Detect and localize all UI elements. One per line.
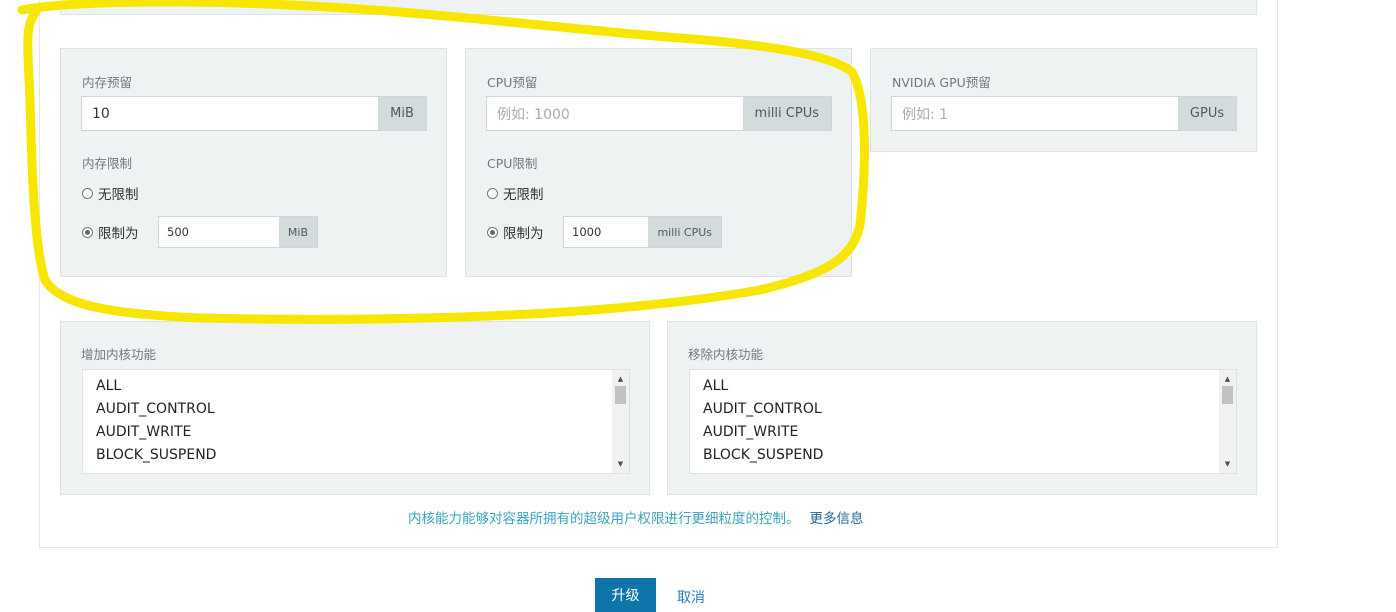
scroll-thumb[interactable] <box>1222 386 1233 404</box>
scrollbar[interactable]: ▲ ▼ <box>1219 370 1236 473</box>
previous-panel-edge <box>60 0 1257 15</box>
scroll-up-icon[interactable]: ▲ <box>612 372 629 386</box>
radio-checked-icon <box>487 226 498 238</box>
memory-limit-to-label: 限制为 <box>98 226 139 242</box>
cpu-limit-to-radio[interactable]: 限制为 <box>487 222 544 242</box>
memory-limit-input[interactable]: 500 <box>159 217 279 247</box>
memory-reservation-group: 10 MiB <box>81 96 427 131</box>
memory-panel: 内存预留 10 MiB 内存限制 无限制 限制为 500 MiB <box>60 48 447 277</box>
memory-reservation-label: 内存预留 <box>82 75 133 90</box>
gpu-reservation-unit: GPUs <box>1178 97 1236 130</box>
more-info-link[interactable]: 更多信息 <box>810 511 864 527</box>
cpu-panel: CPU预留 例如: 1000 milli CPUs CPU限制 无限制 限制为 … <box>465 48 852 277</box>
cap-drop-label: 移除内核功能 <box>688 347 764 362</box>
list-item[interactable]: ALL <box>690 375 1236 398</box>
cpu-limit-to-label: 限制为 <box>503 226 544 242</box>
cpu-limit-input[interactable]: 1000 <box>564 217 649 247</box>
cpu-limit-group: 1000 milli CPUs <box>563 216 722 248</box>
list-item[interactable]: AUDIT_CONTROL <box>690 398 1236 421</box>
help-text: 内核能力能够对容器所拥有的超级用户权限进行更细粒度的控制。 <box>408 511 800 527</box>
memory-limit-unit: MiB <box>278 217 317 247</box>
memory-limit-group: 500 MiB <box>158 216 318 248</box>
cpu-reservation-unit: milli CPUs <box>742 97 831 130</box>
radio-unchecked-icon <box>82 187 93 199</box>
cpu-reservation-input[interactable]: 例如: 1000 <box>487 97 743 130</box>
gpu-panel: NVIDIA GPU预留 例如: 1 GPUs <box>870 48 1257 152</box>
radio-checked-icon <box>82 226 93 238</box>
list-item[interactable]: AUDIT_CONTROL <box>83 398 629 421</box>
memory-limit-to-radio[interactable]: 限制为 <box>82 222 139 242</box>
list-item[interactable]: BLOCK_SUSPEND <box>690 444 1236 467</box>
capabilities-help: 内核能力能够对容器所拥有的超级用户权限进行更细粒度的控制。 更多信息 <box>408 507 864 527</box>
scroll-down-icon[interactable]: ▼ <box>612 457 629 471</box>
memory-limit-label: 内存限制 <box>82 156 133 171</box>
gpu-reservation-label: NVIDIA GPU预留 <box>892 75 991 90</box>
cap-add-listbox[interactable]: ALL AUDIT_CONTROL AUDIT_WRITE BLOCK_SUSP… <box>82 369 630 474</box>
cpu-unlimited-label: 无限制 <box>503 187 544 203</box>
scroll-down-icon[interactable]: ▼ <box>1219 457 1236 471</box>
cap-drop-listbox[interactable]: ALL AUDIT_CONTROL AUDIT_WRITE BLOCK_SUSP… <box>689 369 1237 474</box>
memory-reservation-input[interactable]: 10 <box>82 97 378 130</box>
list-item[interactable]: AUDIT_WRITE <box>83 421 629 444</box>
cpu-reservation-label: CPU预留 <box>487 75 538 90</box>
cpu-reservation-group: 例如: 1000 milli CPUs <box>486 96 832 131</box>
cap-add-label: 增加内核功能 <box>81 347 157 362</box>
scroll-thumb[interactable] <box>615 386 626 404</box>
memory-unlimited-radio[interactable]: 无限制 <box>82 183 139 203</box>
memory-unlimited-label: 无限制 <box>98 187 139 203</box>
list-item[interactable]: AUDIT_WRITE <box>690 421 1236 444</box>
scroll-up-icon[interactable]: ▲ <box>1219 372 1236 386</box>
list-item[interactable]: ALL <box>83 375 629 398</box>
cap-drop-panel: 移除内核功能 ALL AUDIT_CONTROL AUDIT_WRITE BLO… <box>667 321 1257 495</box>
list-item[interactable]: BLOCK_SUSPEND <box>83 444 629 467</box>
gpu-reservation-input[interactable]: 例如: 1 <box>892 97 1178 130</box>
cancel-link[interactable]: 取消 <box>677 587 705 607</box>
memory-reservation-unit: MiB <box>378 97 426 130</box>
cpu-limit-unit: milli CPUs <box>648 217 721 247</box>
gpu-reservation-group: 例如: 1 GPUs <box>891 96 1237 131</box>
radio-unchecked-icon <box>487 187 498 199</box>
scrollbar[interactable]: ▲ ▼ <box>612 370 629 473</box>
cpu-limit-label: CPU限制 <box>487 156 538 171</box>
cpu-unlimited-radio[interactable]: 无限制 <box>487 183 544 203</box>
cap-add-panel: 增加内核功能 ALL AUDIT_CONTROL AUDIT_WRITE BLO… <box>60 321 650 495</box>
